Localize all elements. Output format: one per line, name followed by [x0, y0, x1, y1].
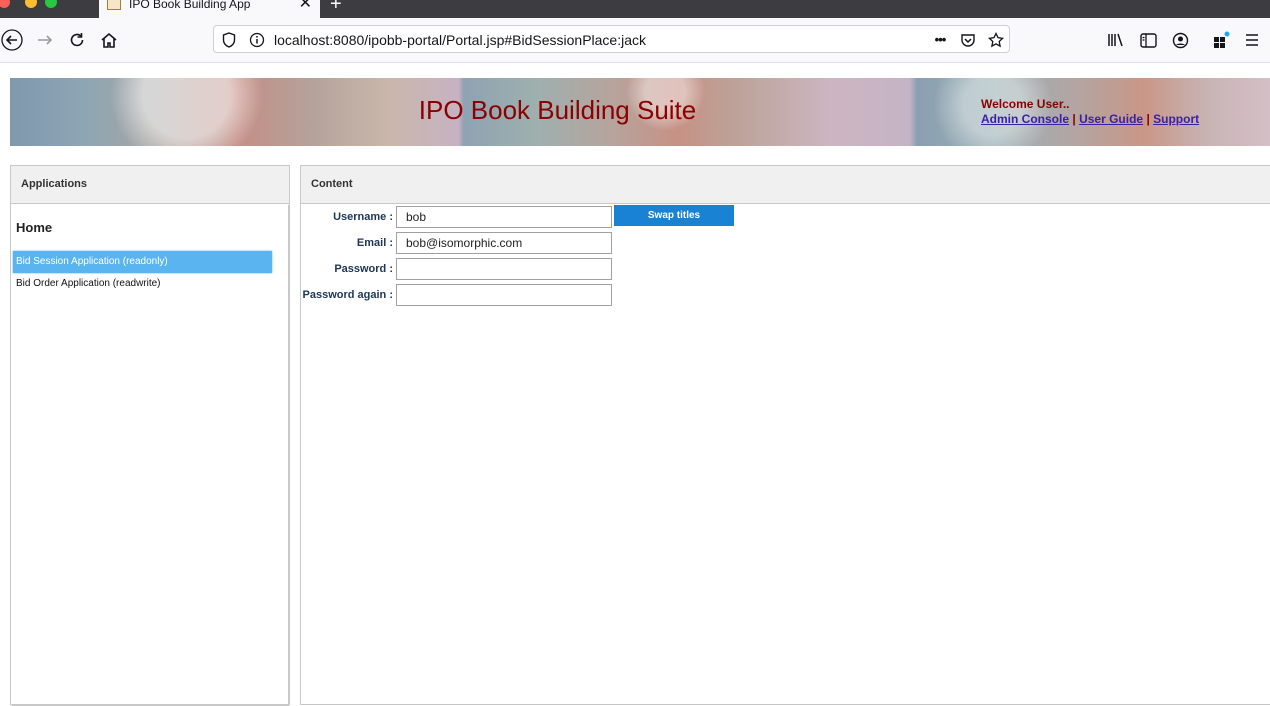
nav-item-bid-session[interactable]: Bid Session Application (readonly)	[13, 251, 272, 273]
home-icon[interactable]	[97, 28, 121, 52]
reload-icon[interactable]	[65, 28, 89, 52]
browser-tab[interactable]: IPO Book Building App ✕	[99, 0, 320, 18]
account-icon[interactable]	[1168, 28, 1192, 52]
password-row: Password :	[301, 258, 612, 280]
menu-icon[interactable]	[1240, 28, 1264, 52]
applications-panel: Applications Home Bid Session Applicatio…	[10, 165, 290, 706]
password-label: Password :	[334, 263, 393, 275]
password-again-row: Password again :	[301, 284, 612, 306]
page-actions-icon[interactable]: •••	[930, 29, 950, 49]
browser-tab-bar: IPO Book Building App ✕ +	[0, 0, 1270, 18]
banner-links: Admin Console | User Guide | Support	[981, 112, 1199, 126]
support-link[interactable]: Support	[1153, 112, 1199, 126]
library-icon[interactable]	[1104, 28, 1128, 52]
url-text[interactable]: localhost:8080/ipobb-portal/Portal.jsp#B…	[274, 32, 646, 48]
password-again-label: Password again :	[302, 289, 393, 301]
welcome-text: Welcome User..	[981, 97, 1070, 111]
tab-title: IPO Book Building App	[129, 0, 251, 11]
email-row: Email :	[301, 232, 612, 254]
close-window-button[interactable]	[0, 0, 10, 8]
content-header: Content	[301, 166, 1270, 204]
header-banner: IPO Book Building Suite Welcome User.. A…	[10, 78, 1270, 146]
favicon-icon	[107, 0, 121, 10]
shield-icon[interactable]	[219, 30, 239, 50]
applications-list: Home Bid Session Application (readonly) …	[12, 205, 289, 706]
username-input[interactable]	[396, 206, 612, 228]
email-input[interactable]	[396, 232, 612, 254]
password-again-input[interactable]	[396, 284, 612, 306]
username-row: Username :	[301, 206, 612, 228]
pocket-icon[interactable]	[958, 30, 978, 50]
bookmark-star-icon[interactable]	[986, 30, 1006, 50]
app-title: IPO Book Building Suite	[418, 95, 697, 125]
browser-nav-bar: localhost:8080/ipobb-portal/Portal.jsp#B…	[0, 18, 1270, 63]
maximize-window-button[interactable]	[45, 0, 57, 8]
tab-close-icon[interactable]: ✕	[299, 0, 312, 12]
email-label: Email :	[356, 237, 393, 249]
link-separator: |	[1072, 112, 1076, 126]
sidebar-icon[interactable]	[1136, 28, 1160, 52]
content-panel: Content Username : Email : Password : Pa…	[300, 165, 1270, 705]
url-bar[interactable]: localhost:8080/ipobb-portal/Portal.jsp#B…	[213, 25, 1010, 53]
swap-titles-button[interactable]: Swap titles	[614, 205, 734, 226]
user-guide-link[interactable]: User Guide	[1079, 112, 1143, 126]
back-icon[interactable]	[0, 28, 24, 52]
minimize-window-button[interactable]	[25, 0, 37, 8]
nav-item-bid-order[interactable]: Bid Order Application (readwrite)	[13, 273, 272, 295]
forward-icon[interactable]	[33, 28, 57, 52]
username-label: Username :	[333, 211, 393, 223]
extensions-icon[interactable]	[1209, 28, 1233, 52]
info-icon[interactable]	[247, 30, 267, 50]
link-separator: |	[1146, 112, 1150, 126]
admin-console-link[interactable]: Admin Console	[981, 112, 1069, 126]
home-heading[interactable]: Home	[16, 220, 52, 235]
applications-header: Applications	[11, 166, 289, 204]
new-tab-button[interactable]: +	[330, 0, 342, 14]
password-input[interactable]	[396, 258, 612, 280]
